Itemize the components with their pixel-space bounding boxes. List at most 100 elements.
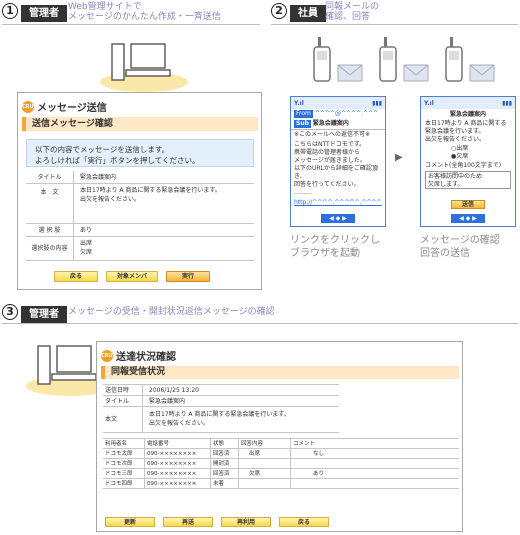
reuse-button[interactable]: 再利用 [221,517,271,527]
battery-icon: ▮▮▮ [372,99,382,107]
table-row: 選択肢の内容 出席 欠席 [26,237,254,261]
table-cell: 回答済 [211,449,239,459]
screen-title-text: メッセージ送信 [37,103,107,114]
caption-line: ブラウザを起動 [290,248,360,259]
resend-button[interactable]: 再送 [163,517,213,527]
section-heading: 同報受信状況 [101,366,459,379]
column-header: 利用者名 [103,439,145,449]
message-detail-table: タイトル 緊急会議案内 本 文 本日17時より A 商品に関する緊急会議を行いま… [26,171,254,265]
row-label: 選 択 肢 [26,224,74,236]
subject-label: Sub [294,120,311,128]
no-reply-warning: ※このメールへの返信不可※ [291,129,385,140]
body-line: こちらはNTTドコモです。 [294,141,366,148]
table-row: 送信日時 2006/1/25 13:20 [103,385,339,396]
table-cell [239,479,291,489]
row-value: 緊急会議案内 [149,398,186,405]
table-cell: 090-×××××××× [145,459,211,469]
table-row: 本文 本日17時より A 商品に関する緊急会議を行います。 出欠を報告ください。 [103,407,339,433]
option-absent[interactable]: ●欠席 [421,153,515,161]
reply-title: 緊急会議案内 [449,111,486,118]
refresh-button[interactable]: 更新 [105,517,155,527]
body-line: 以下のURLから詳細をご確認頂き、 [294,165,378,180]
battery-icon: ▮▮▮ [502,99,512,107]
option-attend[interactable]: ○出席 [421,145,515,153]
caption-line: 回答の送信 [420,248,470,259]
phone-nav-key[interactable]: ◀ ◆ ▶ [321,214,355,223]
row-label: 選択肢の内容 [26,237,74,260]
from-label: From [294,110,313,118]
target-members-button[interactable]: 対象メンバ [106,271,158,282]
table-cell: ドコモ四郎 [103,479,145,489]
table-cell: 090-×××××××× [145,479,211,489]
table-cell [291,459,357,469]
mail-subject-row: Sub 緊急会議案内 [291,119,385,129]
back-button[interactable]: 戻る [54,271,98,282]
step-number-2: 2 [271,3,287,19]
table-row: ドコモ三郎 090-×××××××× 回答済 欠席 あり [103,469,459,479]
body-line: 緊急会議を行います。 [425,128,485,135]
step-number-1: 1 [2,3,18,19]
column-header: 状態 [211,439,239,449]
row-label: 送信日時 [103,385,143,395]
row-label: タイトル [26,171,74,183]
delivery-status-screen: CRUSH 送達状況確認 同報受信状況 送信日時 2006/1/25 13:20… [96,341,463,532]
body-line: 本日17時より A 商品に関する [425,120,507,127]
crush-logo-icon: CRUSH [22,100,41,113]
row-value: 緊急会議案内 [80,174,117,181]
execute-button[interactable]: 実行 [166,271,210,282]
subject-value: 緊急会議案内 [312,120,349,127]
mobile-phone-mail-icon [379,37,429,82]
screen-title: CRUSH メッセージ送信 [22,99,107,114]
table-cell: 未着 [211,479,239,489]
section2-divider [271,24,518,25]
row-label: タイトル [103,396,143,406]
role-tag-admin: 管理者 [21,5,67,22]
back-button[interactable]: 戻る [279,517,329,527]
column-header: コメント [293,441,316,447]
row-label: 本 文 [26,184,74,223]
table-row: ドコモ次郎 090-×××××××× 開封済 [103,459,459,469]
table-row: 選 択 肢 あり [26,224,254,237]
caption-reply: メッセージの確認 回答の送信 [420,234,500,260]
comment-textarea[interactable]: お客様訪問中のため 欠席します。 [425,171,511,189]
mail-from-row: From ^^^^@^^^^.^^^ [291,109,385,119]
section3-caption: メッセージの受信・開封状況返信メッセージの確認 [68,307,275,317]
detail-link[interactable]: http://^^^^.^^^^^.^^^^ [291,198,385,208]
role-tag-employee: 社員 [290,5,326,22]
row-label: 本文 [103,407,143,432]
reply-body: 本日17時より A 商品に関する 緊急会議を行います。 出欠を報告ください。 [421,119,515,145]
notice-line-1: 以下の内容でメッセージを送信します。 [35,145,170,154]
phone-status-bar: Y.ıl ▮▮▮ [421,97,515,109]
role-tag-admin: 管理者 [21,306,67,323]
row-value: 本日17時より A 商品に関する緊急会議を行います。 出欠を報告ください。 [149,411,290,427]
column-header: 電話番号 [145,439,211,449]
table-cell: 欠席 [239,469,291,479]
mobile-phone-mail-icon [445,37,495,82]
body-line: 携帯電話の管理者様から [294,149,361,156]
table-row: ドコモ太郎 090-×××××××× 回答済 出席 なし [103,449,459,459]
arrow-right-icon: ▶ [395,152,403,163]
crush-logo-icon: CRUSH [101,349,120,362]
table-cell: 090-×××××××× [145,469,211,479]
step-number-3: 3 [2,304,18,320]
phone-nav-key[interactable]: ◀ ◆ ▶ [451,214,485,223]
table-cell: あり [313,471,325,477]
body-line: メッセージが届きました。 [294,157,366,164]
notice-line-2: よろしければ「実行」ボタンを押してください。 [35,156,200,165]
table-cell: 090-×××××××× [145,449,211,459]
table-row: 本 文 本日17時より A 商品に関する緊急会議を行います。 出欠を報告ください… [26,184,254,224]
caption-click-link: リンクをクリックし ブラウザを起動 [290,234,380,260]
table-header-row: 利用者名 電話番号 状態 回答内容 コメント [103,439,459,449]
mobile-phone-mail-icon [313,37,363,82]
table-row: ドコモ四郎 090-×××××××× 未着 [103,479,459,489]
table-cell: 出席 [239,449,291,459]
send-button[interactable]: 送信 [451,200,485,209]
section2-caption-line2: 確認、回答 [325,12,371,22]
row-value: あり [80,227,93,234]
row-value: 本日17時より A 商品に関する緊急会議を行います。 出欠を報告ください。 [80,187,221,203]
table-cell: ドコモ太郎 [103,449,145,459]
recipient-status-table: 利用者名 電話番号 状態 回答内容 コメント ドコモ太郎 090-×××××××… [103,438,459,490]
table-row: タイトル 緊急会議案内 [103,396,339,407]
confirm-notice: 以下の内容でメッセージを送信します。 よろしければ「実行」ボタンを押してください… [26,139,254,167]
comment-label: コメント(全角100文字まで) [425,162,502,169]
